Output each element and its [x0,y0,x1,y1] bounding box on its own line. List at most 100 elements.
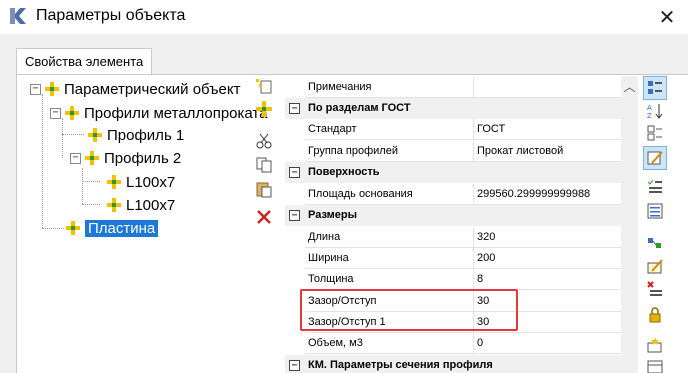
category-label: По разделам ГОСТ [308,102,411,114]
tree-connector [42,94,43,228]
grid-row[interactable]: Примечания [285,77,621,98]
tree-node-label: Профиль 1 [107,126,185,144]
rename-icon[interactable] [646,258,664,276]
category-collapse-icon[interactable]: − [289,210,300,221]
app-logo-icon [10,8,26,24]
property-name: Площадь основания [305,184,474,205]
tree-toolbar [252,76,276,236]
grid-row[interactable]: Толщина 8 [285,269,621,290]
property-value[interactable]: ГОСТ [474,119,621,140]
grid-category[interactable]: − Поверхность [285,162,621,183]
angle-profile-icon [107,175,121,189]
property-value[interactable]: Прокат листовой [474,141,621,162]
angle-profile-icon [107,198,121,212]
category-collapse-icon[interactable]: − [289,360,300,371]
delete-icon[interactable] [255,208,273,226]
add-parameter-icon[interactable] [646,336,664,354]
property-value[interactable]: 200 [474,248,621,269]
collapse-icon[interactable]: − [30,83,41,95]
property-value[interactable]: 0 [474,333,621,354]
category-collapse-icon[interactable]: − [289,167,300,178]
tree-node-label: Профили металлопроката [84,104,268,122]
grid-toolbar: AZ [640,74,670,373]
property-name: Группа профилей [305,141,474,162]
tree-node-label: L100x7 [126,173,176,191]
property-grid: Примечания − По разделам ГОСТ Стандарт ГОСТ Г… [285,76,621,373]
edit-properties-icon [647,151,663,165]
svg-text:Z: Z [647,112,652,120]
profiles-group-icon [65,106,79,120]
tree-connector [62,118,63,158]
collapse-icon[interactable]: − [50,107,61,119]
property-value[interactable] [474,77,621,98]
property-name: Объем, м3 [305,333,474,354]
grid-row[interactable]: Длина 320 [285,227,621,248]
profile-node-icon [88,128,102,142]
grid-row[interactable]: Группа профилей Прокат листовой [285,141,621,162]
paste-icon[interactable] [255,180,273,198]
add-child-icon[interactable] [255,100,273,118]
tree-node[interactable]: L100x7 [107,194,175,216]
category-label: Размеры [308,209,358,221]
table-icon[interactable] [646,358,664,373]
property-value[interactable]: 320 [474,227,621,248]
property-name: Примечания [305,77,474,98]
tree-node[interactable]: − Параметрический объект [30,78,240,100]
remove-parameter-icon[interactable] [646,280,664,298]
add-element-icon[interactable] [255,78,273,96]
property-value[interactable]: 30 [474,312,621,333]
grid-row[interactable]: Зазор/Отступ 1 30 [285,312,621,333]
grid-category[interactable]: − По разделам ГОСТ [285,98,621,119]
title-bar: Параметры объекта ✕ [0,0,688,34]
plate-node-icon [66,221,80,235]
list-view-icon[interactable] [646,202,664,220]
close-icon: ✕ [658,6,676,29]
grid-scrollbar[interactable] [621,76,638,373]
grid-category[interactable]: − КМ. Параметры сечения профиля [285,355,621,373]
category-label: КМ. Параметры сечения профиля [308,359,493,371]
parametric-node-icon [45,82,59,96]
grid-row[interactable]: Объем, м3 0 [285,333,621,354]
tree-connector [82,168,83,204]
check-list-icon[interactable] [646,178,664,196]
property-name: Стандарт [305,119,474,140]
grid-row[interactable]: Стандарт ГОСТ [285,119,621,140]
copy-icon[interactable] [255,156,273,174]
property-name: Зазор/Отступ [305,291,474,312]
tree-connector [82,204,100,205]
grid-category[interactable]: − Размеры [285,205,621,226]
tab-element-properties[interactable]: Свойства элемента [16,48,153,75]
property-name: Зазор/Отступ 1 [305,312,474,333]
expand-collapse-icon[interactable] [646,124,664,142]
tree-node-label: Параметрический объект [64,80,241,98]
tree-node-label: Профиль 2 [104,149,182,167]
collapse-icon[interactable]: − [70,152,81,164]
categorized-icon [648,81,662,94]
tree-connector [82,181,100,182]
property-name: Толщина [305,269,474,290]
tree-connector [42,228,64,229]
parameter-link-icon[interactable] [646,234,664,252]
lock-icon[interactable] [646,306,664,324]
tree-node-label: Пластина [85,219,159,237]
tree-node[interactable]: − Профили металлопроката [50,102,267,124]
property-name: Ширина [305,248,474,269]
tree-node[interactable]: Профиль 1 [88,124,184,146]
window-title: Параметры объекта [36,7,186,24]
tree-connector [62,134,84,135]
tree-node-selected[interactable]: Пластина [66,217,159,239]
category-collapse-icon[interactable]: − [289,103,300,114]
property-value[interactable]: 299560.299999999988 [474,184,621,205]
property-value[interactable]: 30 [474,291,621,312]
close-button[interactable]: ✕ [650,3,684,31]
scroll-up-icon[interactable]: ︿ [621,78,638,95]
grid-row[interactable]: Ширина 200 [285,248,621,269]
sort-alpha-icon[interactable]: AZ [646,102,664,120]
tree-node[interactable]: L100x7 [107,171,175,193]
grid-row[interactable]: Зазор/Отступ 30 [285,291,621,312]
cut-icon[interactable] [255,132,273,150]
grid-row[interactable]: Площадь основания 299560.299999999988 [285,184,621,205]
svg-text:A: A [647,104,652,112]
property-value[interactable]: 8 [474,269,621,290]
tree-node[interactable]: − Профиль 2 [70,147,181,169]
